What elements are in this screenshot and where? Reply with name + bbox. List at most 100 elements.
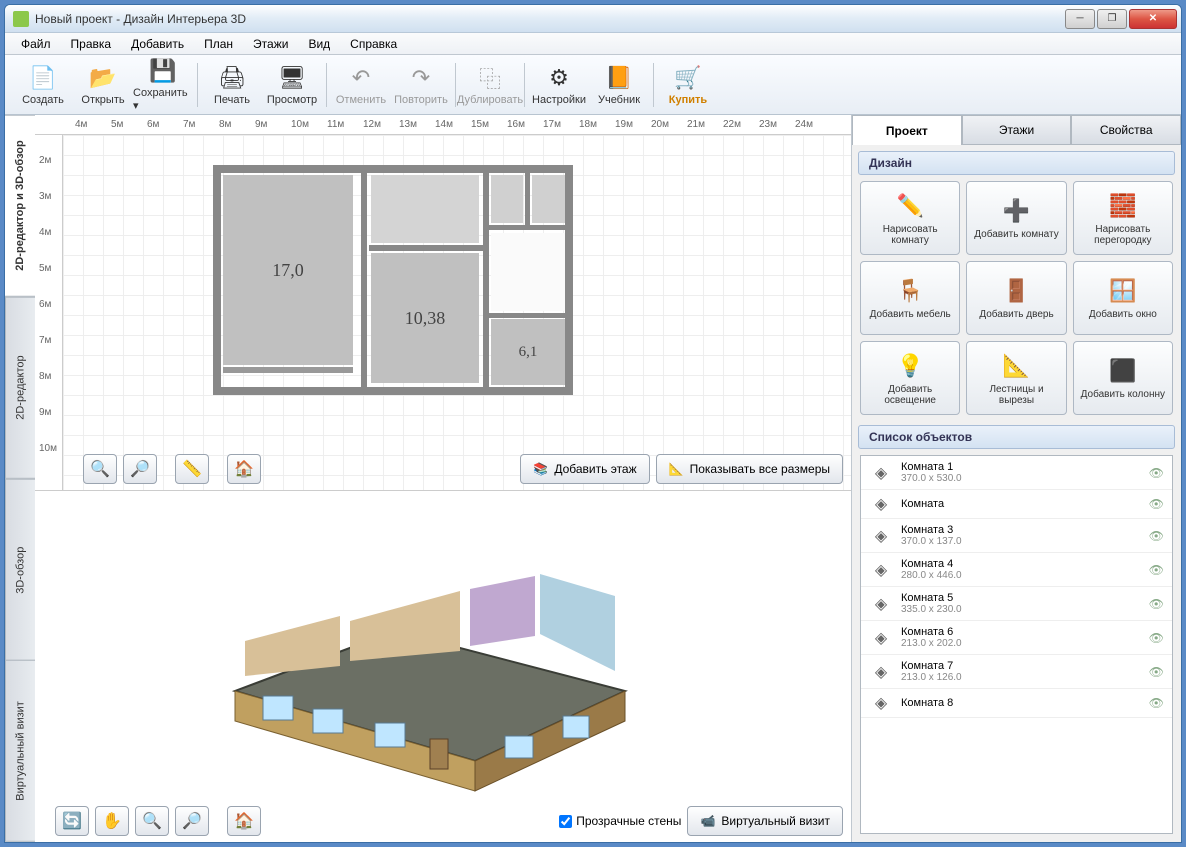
add-door-button[interactable]: 🚪Добавить дверь [966,261,1066,335]
ruler-v-mark: 5м [39,263,51,274]
visibility-icon[interactable]: 👁 [1149,597,1164,611]
zoom-in-button[interactable]: 🔎 [123,454,157,484]
room-label[interactable]: 6,1 [491,319,565,385]
separator [455,63,456,107]
vtab-0[interactable]: 2D-редактор и 3D-обзор [5,115,35,297]
show-dimensions-button[interactable]: 📐Показывать все размеры [656,454,843,484]
right-panel: ПроектЭтажиСвойства Дизайн ✏️Нарисовать … [851,115,1181,842]
save-button[interactable]: 💾Сохранить ▾ [133,58,193,112]
visibility-icon[interactable]: 👁 [1149,466,1164,480]
ruler-h-mark: 8м [219,119,231,130]
visibility-icon[interactable]: 👁 [1149,497,1164,511]
vtab-2[interactable]: 3D-обзор [5,479,35,661]
ruler-h-mark: 5м [111,119,123,130]
object-item-4[interactable]: ◈Комната 5335.0 x 230.0👁 [861,587,1172,621]
object-item-5[interactable]: ◈Комната 6213.0 x 202.0👁 [861,621,1172,655]
redo-button: ↷Повторить [391,58,451,112]
canvas-2d[interactable]: 2м3м4м5м6м7м8м9м10м 17,0 10,38 6,1 [35,135,851,490]
object-item-0[interactable]: ◈Комната 1370.0 x 530.0👁 [861,456,1172,490]
visibility-icon[interactable]: 👁 [1149,529,1164,543]
home-3d-button[interactable]: 🏠 [227,806,261,836]
add-door-icon: 🚪 [1001,276,1031,306]
canvas-3d[interactable]: 🔄 ✋ 🔍 🔎 🏠 Прозрачные стены 📹Виртуальный … [35,490,851,842]
vtab-3[interactable]: Виртуальный визит [5,660,35,842]
floorplan-2d[interactable]: 17,0 10,38 6,1 [63,135,851,490]
rtab-0[interactable]: Проект [852,115,962,145]
home-button[interactable]: 🏠 [227,454,261,484]
ruler-h-mark: 17м [543,119,561,130]
separator [197,63,198,107]
close-button[interactable]: ✕ [1129,9,1177,29]
app-window: Новый проект - Дизайн Интерьера 3D ─ ❐ ✕… [4,4,1182,843]
box-icon: ◈ [869,694,893,712]
buy-button[interactable]: 🛒Купить [658,58,718,112]
dup-button: ⿻Дублировать [460,58,520,112]
house-3d-render [195,521,675,801]
print-button[interactable]: 🖨Печать [202,58,262,112]
maximize-button[interactable]: ❐ [1097,9,1127,29]
measure-button[interactable]: 📏 [175,454,209,484]
ruler-h-mark: 11м [327,119,344,130]
object-item-7[interactable]: ◈Комната 8👁 [861,689,1172,718]
room-label[interactable]: 10,38 [371,253,479,383]
add-window-button[interactable]: 🪟Добавить окно [1073,261,1173,335]
object-list[interactable]: ◈Комната 1370.0 x 530.0👁◈Комната👁◈Комнат… [860,455,1173,834]
menu-1[interactable]: Правка [61,35,122,53]
menubar: ФайлПравкаДобавитьПланЭтажиВидСправка [5,33,1181,55]
save-icon: 💾 [149,58,177,85]
rtab-1[interactable]: Этажи [962,115,1072,145]
tutorial-button[interactable]: 📙Учебник [589,58,649,112]
add-furniture-button[interactable]: 🪑Добавить мебель [860,261,960,335]
rtab-2[interactable]: Свойства [1071,115,1181,145]
ruler-v-mark: 3м [39,191,51,202]
add-room-button[interactable]: ➕Добавить комнату [966,181,1066,255]
visibility-icon[interactable]: 👁 [1149,665,1164,679]
rotate-button[interactable]: 🔄 [55,806,89,836]
minimize-button[interactable]: ─ [1065,9,1095,29]
box-icon: ◈ [869,595,893,613]
ruler-h-mark: 14м [435,119,453,130]
ruler-vertical: 2м3м4м5м6м7м8м9м10м [35,135,63,490]
menu-3[interactable]: План [194,35,243,53]
ruler-h-mark: 9м [255,119,267,130]
add-light-button[interactable]: 💡Добавить освещение [860,341,960,415]
visibility-icon[interactable]: 👁 [1149,696,1164,710]
draw-partition-button[interactable]: 🧱Нарисовать перегородку [1073,181,1173,255]
ruler-v-mark: 9м [39,407,51,418]
draw-room-button[interactable]: ✏️Нарисовать комнату [860,181,960,255]
zoom-out-button[interactable]: 🔍 [83,454,117,484]
vtab-1[interactable]: 2D-редактор [5,297,35,479]
ruler-h-mark: 16м [507,119,525,130]
new-button[interactable]: 📄Создать [13,58,73,112]
buy-icon: 🛒 [674,64,702,92]
draw-room-icon: ✏️ [895,191,925,221]
object-item-6[interactable]: ◈Комната 7213.0 x 126.0👁 [861,655,1172,689]
transparent-walls-checkbox[interactable]: Прозрачные стены [559,814,681,828]
visibility-icon[interactable]: 👁 [1149,563,1164,577]
dimensions-icon: 📐 [669,462,684,476]
stairs-button[interactable]: 📐Лестницы и вырезы [966,341,1066,415]
add-column-button[interactable]: ⬛Добавить колонну [1073,341,1173,415]
object-item-2[interactable]: ◈Комната 3370.0 x 137.0👁 [861,519,1172,553]
virtual-visit-button[interactable]: 📹Виртуальный визит [687,806,843,836]
room-label[interactable]: 17,0 [223,175,353,365]
transparent-walls-input[interactable] [559,815,572,828]
undo-button: ↶Отменить [331,58,391,112]
pan-button[interactable]: ✋ [95,806,129,836]
add-floor-button[interactable]: 📚Добавить этаж [520,454,649,484]
menu-6[interactable]: Справка [340,35,407,53]
visibility-icon[interactable]: 👁 [1149,631,1164,645]
menu-0[interactable]: Файл [11,35,61,53]
settings-button[interactable]: ⚙Настройки [529,58,589,112]
menu-5[interactable]: Вид [298,35,340,53]
object-item-1[interactable]: ◈Комната👁 [861,490,1172,519]
zoom-out-3d-button[interactable]: 🔍 [135,806,169,836]
menu-2[interactable]: Добавить [121,35,194,53]
open-button[interactable]: 📂Открыть [73,58,133,112]
titlebar: Новый проект - Дизайн Интерьера 3D ─ ❐ ✕ [5,5,1181,33]
preview-button[interactable]: 🖥Просмотр [262,58,322,112]
object-item-3[interactable]: ◈Комната 4280.0 x 446.0👁 [861,553,1172,587]
ruler-h-mark: 18м [579,119,597,130]
menu-4[interactable]: Этажи [243,35,298,53]
zoom-in-3d-button[interactable]: 🔎 [175,806,209,836]
